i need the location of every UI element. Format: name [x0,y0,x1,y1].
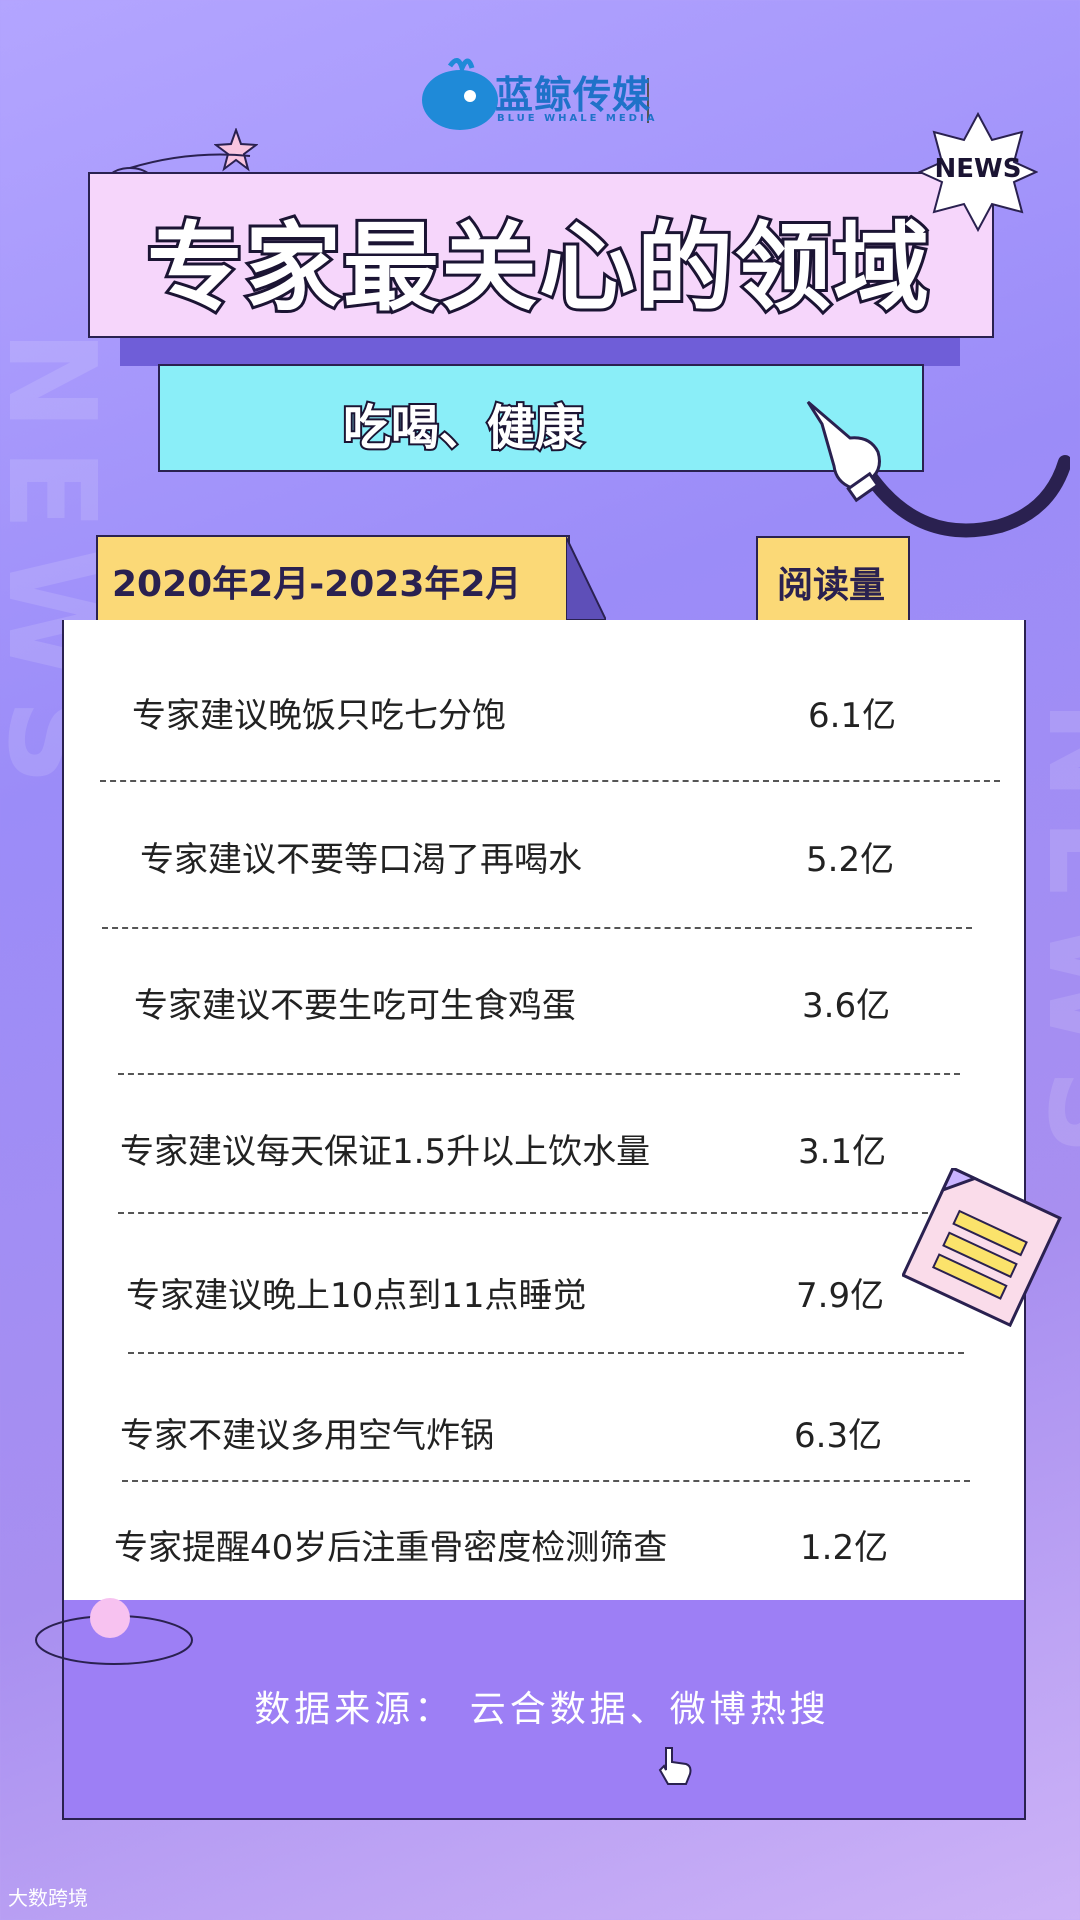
row-label: 专家建议不要等口渴了再喝水 [140,840,582,880]
row-label: 专家建议每天保证1.5升以上饮水量 [120,1132,651,1172]
row-label: 专家提醒40岁后注重骨密度检测筛查 [114,1528,668,1568]
row-value: 3.6亿 [802,986,891,1026]
row-divider [128,1352,964,1354]
orbit-ball-decoration [35,1598,193,1665]
page-subtitle: 吃喝、健康 [341,398,585,458]
page-title: 专家最关心的领域 [144,209,932,327]
tab-fold-decoration [566,537,606,621]
source-note: 数据来源： 云合数据、微博热搜 [254,1689,830,1730]
brand-name: 蓝鲸传媒 [495,73,652,117]
row-value: 3.1亿 [798,1132,887,1172]
row-divider [118,1212,938,1214]
pointing-hand-icon [806,400,1070,538]
row-label: 专家建议晚上10点到11点睡觉 [126,1276,587,1316]
watermark-right: NEWS [1021,700,1080,1174]
note-icon [902,1168,1062,1328]
row-value: 1.2亿 [800,1528,889,1568]
row-label: 专家不建议多用空气炸锅 [120,1416,494,1456]
row-value: 5.2亿 [806,840,895,880]
row-divider [118,1073,960,1075]
brand-tagline: BLUE WHALE MEDIA [497,113,658,124]
period-label: 2020年2月-2023年2月 [112,564,522,605]
row-value: 6.1亿 [808,696,897,736]
corner-watermark: 大数跨境 [8,1886,88,1910]
row-divider [102,927,972,929]
news-badge: NEWS [934,154,1022,184]
row-value: 7.9亿 [796,1276,885,1316]
metric-header: 阅读量 [776,565,885,606]
row-value: 6.3亿 [794,1416,883,1456]
title-shadow [120,334,960,366]
row-divider [122,1480,970,1482]
row-label: 专家建议晚饭只吃七分饱 [132,696,506,736]
row-divider [100,780,1000,782]
row-label: 专家建议不要生吃可生食鸡蛋 [134,986,576,1026]
cursor-hand-icon [658,1747,692,1785]
